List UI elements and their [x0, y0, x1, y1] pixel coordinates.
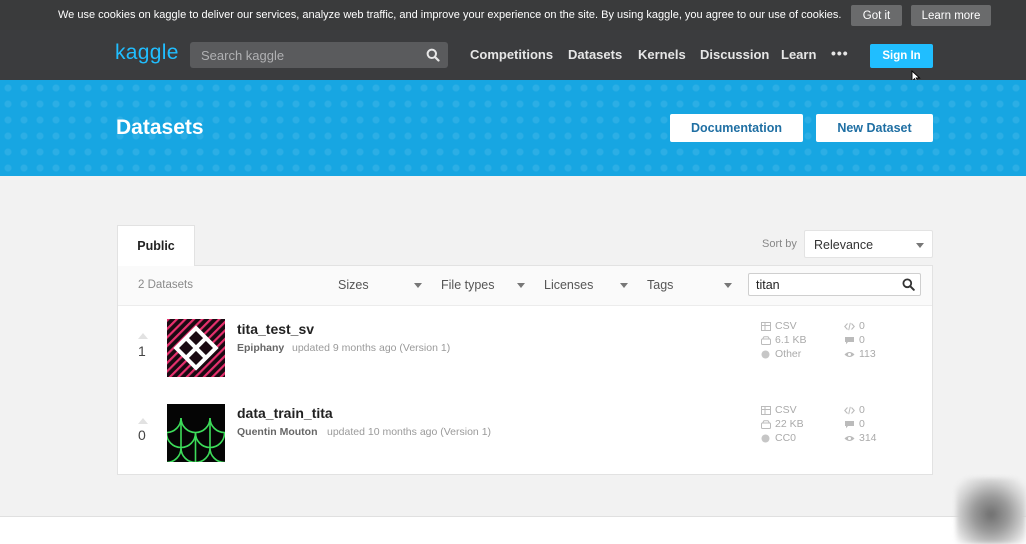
- site-search-input[interactable]: [190, 42, 420, 68]
- sort-by-label: Sort by: [762, 238, 797, 250]
- eye-icon: [844, 351, 855, 357]
- learn-more-button[interactable]: Learn more: [911, 5, 991, 26]
- hard-drive-icon: [761, 335, 771, 345]
- nav-discussion[interactable]: Discussion: [700, 47, 769, 62]
- dataset-owner[interactable]: Quentin Mouton: [237, 426, 317, 438]
- dataset-thumbnail[interactable]: [167, 404, 225, 462]
- license-meta: Other: [761, 348, 801, 360]
- webcam-overlay: [956, 478, 1026, 544]
- cookie-message: We use cookies on kaggle to deliver our …: [58, 9, 842, 21]
- nav-competitions[interactable]: Competitions: [470, 47, 553, 62]
- comments-meta: 0: [844, 418, 865, 430]
- views-meta: 314: [844, 432, 877, 444]
- vote-count: 1: [138, 343, 146, 359]
- new-dataset-button[interactable]: New Dataset: [816, 114, 933, 142]
- sort-select[interactable]: Relevance: [804, 230, 933, 258]
- table-icon: [761, 405, 771, 415]
- dataset-updated: updated 9 months ago (Version 1): [292, 342, 451, 354]
- license: CC0: [775, 432, 797, 444]
- license-icon: [761, 434, 770, 442]
- chevron-down-icon[interactable]: [620, 283, 628, 288]
- size-meta: 22 KB: [761, 418, 804, 430]
- view-count: 113: [859, 348, 876, 360]
- upvote-icon[interactable]: [138, 418, 148, 424]
- chevron-down-icon[interactable]: [517, 283, 525, 288]
- license: Other: [775, 348, 802, 360]
- kernel-count: 0: [859, 320, 865, 332]
- nav-kernels[interactable]: Kernels: [638, 47, 686, 62]
- comment-count: 0: [859, 334, 865, 346]
- chevron-down-icon[interactable]: [414, 283, 422, 288]
- dataset-search[interactable]: [748, 273, 921, 296]
- got-it-button[interactable]: Got it: [851, 5, 902, 26]
- sort-value: Relevance: [814, 238, 874, 252]
- dataset-updated: updated 10 months ago (Version 1): [327, 426, 492, 438]
- comment-count: 0: [859, 418, 865, 430]
- upvote-icon[interactable]: [138, 333, 148, 339]
- kernel-count: 0: [859, 404, 865, 416]
- footer: [0, 517, 1026, 544]
- dataset-title[interactable]: data_train_tita: [237, 405, 333, 421]
- kernels-meta: 0: [844, 320, 865, 332]
- filter-tags[interactable]: Tags: [647, 278, 673, 292]
- dataset-owner[interactable]: Epiphany: [237, 342, 284, 354]
- code-icon: [844, 406, 855, 414]
- filter-licenses[interactable]: Licenses: [544, 278, 593, 292]
- nav-learn[interactable]: Learn: [781, 47, 816, 62]
- site-search[interactable]: [190, 42, 448, 68]
- search-icon[interactable]: [902, 278, 915, 291]
- file-type-meta: CSV: [761, 404, 797, 416]
- sign-in-button[interactable]: Sign In: [870, 44, 933, 68]
- page-title: Datasets: [116, 116, 204, 139]
- chevron-down-icon: [916, 243, 924, 248]
- license-meta: CC0: [761, 432, 796, 444]
- chevron-down-icon[interactable]: [724, 283, 732, 288]
- size-meta: 6.1 KB: [761, 334, 807, 346]
- vote-count: 0: [138, 427, 146, 443]
- comments-meta: 0: [844, 334, 865, 346]
- search-icon[interactable]: [426, 48, 440, 62]
- file-type: CSV: [775, 320, 797, 332]
- filter-sizes[interactable]: Sizes: [338, 278, 369, 292]
- dataset-search-input[interactable]: [749, 274, 899, 295]
- tab-public[interactable]: Public: [117, 225, 195, 266]
- filter-file-types[interactable]: File types: [441, 278, 495, 292]
- hard-drive-icon: [761, 419, 771, 429]
- documentation-button[interactable]: Documentation: [670, 114, 803, 142]
- license-icon: [761, 350, 770, 358]
- file-size: 6.1 KB: [775, 334, 807, 346]
- more-menu-icon[interactable]: •••: [831, 45, 849, 61]
- views-meta: 113: [844, 348, 876, 360]
- comment-icon: [845, 420, 854, 428]
- file-size: 22 KB: [775, 418, 804, 430]
- comment-icon: [845, 336, 854, 344]
- dataset-count: 2 Datasets: [138, 279, 193, 291]
- file-type-meta: CSV: [761, 320, 797, 332]
- dataset-title[interactable]: tita_test_sv: [237, 321, 314, 337]
- kernels-meta: 0: [844, 404, 865, 416]
- kaggle-logo[interactable]: kaggle: [115, 41, 179, 65]
- eye-icon: [844, 435, 855, 441]
- nav-datasets[interactable]: Datasets: [568, 47, 622, 62]
- code-icon: [844, 322, 855, 330]
- view-count: 314: [859, 432, 877, 444]
- dataset-thumbnail[interactable]: [167, 319, 225, 377]
- file-type: CSV: [775, 404, 797, 416]
- table-icon: [761, 321, 771, 331]
